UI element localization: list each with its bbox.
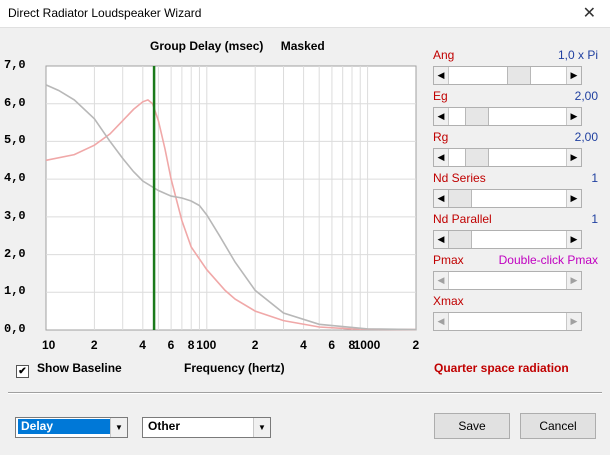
chevron-down-icon[interactable]: ▼: [253, 418, 270, 437]
param-label: Nd Parallel: [433, 212, 492, 226]
param-value: 1: [591, 212, 598, 226]
param-value: 2,00: [574, 89, 598, 103]
x-tick-label: 2: [412, 338, 420, 352]
title-bar: Direct Radiator Loudspeaker Wizard ✕: [0, 0, 610, 28]
radiation-text: Quarter space radiation: [434, 361, 569, 375]
arrow-right-icon[interactable]: ▶: [566, 149, 581, 166]
arrow-right-icon[interactable]: ▶: [566, 190, 581, 207]
y-tick-label: 2,0: [4, 246, 26, 261]
param-label: Eg: [433, 89, 448, 103]
x-tick-label: 6: [167, 338, 175, 352]
view-select[interactable]: Delay ▼: [15, 417, 128, 438]
save-button[interactable]: Save: [434, 413, 510, 439]
checkbox-check-icon[interactable]: ✔: [16, 365, 29, 378]
view-select-value: Delay: [18, 419, 112, 434]
param-ang: Ang 1,0 x Pi ◀ ▶: [433, 48, 598, 88]
param-eg: Eg 2,00 ◀ ▶: [433, 89, 598, 129]
param-label: Ang: [433, 48, 455, 62]
arrow-left-icon[interactable]: ◀: [434, 190, 449, 207]
x-tick-label: 4: [300, 338, 307, 352]
chevron-down-icon[interactable]: ▼: [110, 418, 127, 437]
param-scrollbar[interactable]: ◀ ▶: [433, 148, 582, 167]
cancel-button[interactable]: Cancel: [520, 413, 596, 439]
param-scrollbar[interactable]: ◀ ▶: [433, 271, 582, 290]
scrollbar-thumb[interactable]: [448, 190, 472, 207]
param-pmax: Pmax Double-click Pmax ◀ ▶: [433, 253, 598, 293]
param-value: 1: [591, 171, 598, 185]
chart-plot: [45, 65, 417, 331]
show-baseline-label: Show Baseline: [37, 361, 122, 375]
arrow-right-icon[interactable]: ▶: [566, 313, 581, 330]
close-icon[interactable]: ✕: [583, 3, 596, 23]
scrollbar-thumb[interactable]: [506, 67, 531, 84]
arrow-right-icon[interactable]: ▶: [566, 231, 581, 248]
param-value: 1,0 x Pi: [557, 48, 598, 62]
param-value: 2,00: [574, 130, 598, 144]
arrow-right-icon[interactable]: ▶: [566, 108, 581, 125]
param-value[interactable]: Double-click Pmax: [499, 253, 598, 267]
scrollbar-thumb[interactable]: [465, 149, 490, 166]
x-tick-label: 4: [139, 338, 146, 352]
window-title: Direct Radiator Loudspeaker Wizard: [8, 6, 202, 20]
arrow-left-icon[interactable]: ◀: [434, 67, 449, 84]
param-nd-parallel: Nd Parallel 1 ◀ ▶: [433, 212, 598, 252]
param-scrollbar[interactable]: ◀ ▶: [433, 189, 582, 208]
param-rg: Rg 2,00 ◀ ▶: [433, 130, 598, 170]
arrow-right-icon[interactable]: ▶: [566, 272, 581, 289]
arrow-left-icon[interactable]: ◀: [434, 272, 449, 289]
scrollbar-thumb[interactable]: [448, 231, 472, 248]
param-label: Nd Series: [433, 171, 486, 185]
show-baseline-checkbox[interactable]: ✔ Show Baseline: [16, 361, 122, 378]
x-tick-label: 8: [187, 338, 195, 352]
arrow-right-icon[interactable]: ▶: [566, 67, 581, 84]
param-scrollbar[interactable]: ◀ ▶: [433, 312, 582, 331]
param-scrollbar[interactable]: ◀ ▶: [433, 230, 582, 249]
x-axis-label: Frequency (hertz): [184, 361, 285, 375]
arrow-left-icon[interactable]: ◀: [434, 313, 449, 330]
y-tick-label: 4,0: [4, 171, 26, 186]
x-tick-label: 100: [196, 338, 217, 352]
x-tick-label: 6: [328, 338, 336, 352]
x-tick-label: 2: [251, 338, 259, 352]
y-tick-label: 3,0: [4, 208, 26, 223]
x-tick-label: 2: [90, 338, 98, 352]
param-scrollbar[interactable]: ◀ ▶: [433, 66, 582, 85]
param-scrollbar[interactable]: ◀ ▶: [433, 107, 582, 126]
group-delay-chart: Group Delay (msec) Masked 0,0 1,0 2,0 3,0 4,…: [0, 28, 430, 358]
y-tick-label: 7,0: [4, 58, 26, 72]
param-label: Xmax: [433, 294, 464, 308]
arrow-left-icon[interactable]: ◀: [434, 149, 449, 166]
param-label: Pmax: [433, 253, 464, 267]
y-tick-label: 6,0: [4, 95, 26, 110]
scrollbar-thumb[interactable]: [465, 108, 490, 125]
param-xmax: Xmax ◀ ▶: [433, 294, 598, 334]
other-select[interactable]: Other ▼: [142, 417, 271, 438]
y-tick-label: 1,0: [4, 284, 26, 299]
y-tick-label: 0,0: [4, 322, 26, 336]
y-tick-label: 5,0: [4, 133, 26, 148]
param-nd-series: Nd Series 1 ◀ ▶: [433, 171, 598, 211]
x-tick-label: 10: [42, 338, 56, 352]
other-select-value: Other: [148, 419, 181, 433]
param-label: Rg: [433, 130, 449, 144]
x-tick-label: 1000: [353, 338, 381, 352]
separator: [8, 392, 602, 394]
arrow-left-icon[interactable]: ◀: [434, 231, 449, 248]
arrow-left-icon[interactable]: ◀: [434, 108, 449, 125]
